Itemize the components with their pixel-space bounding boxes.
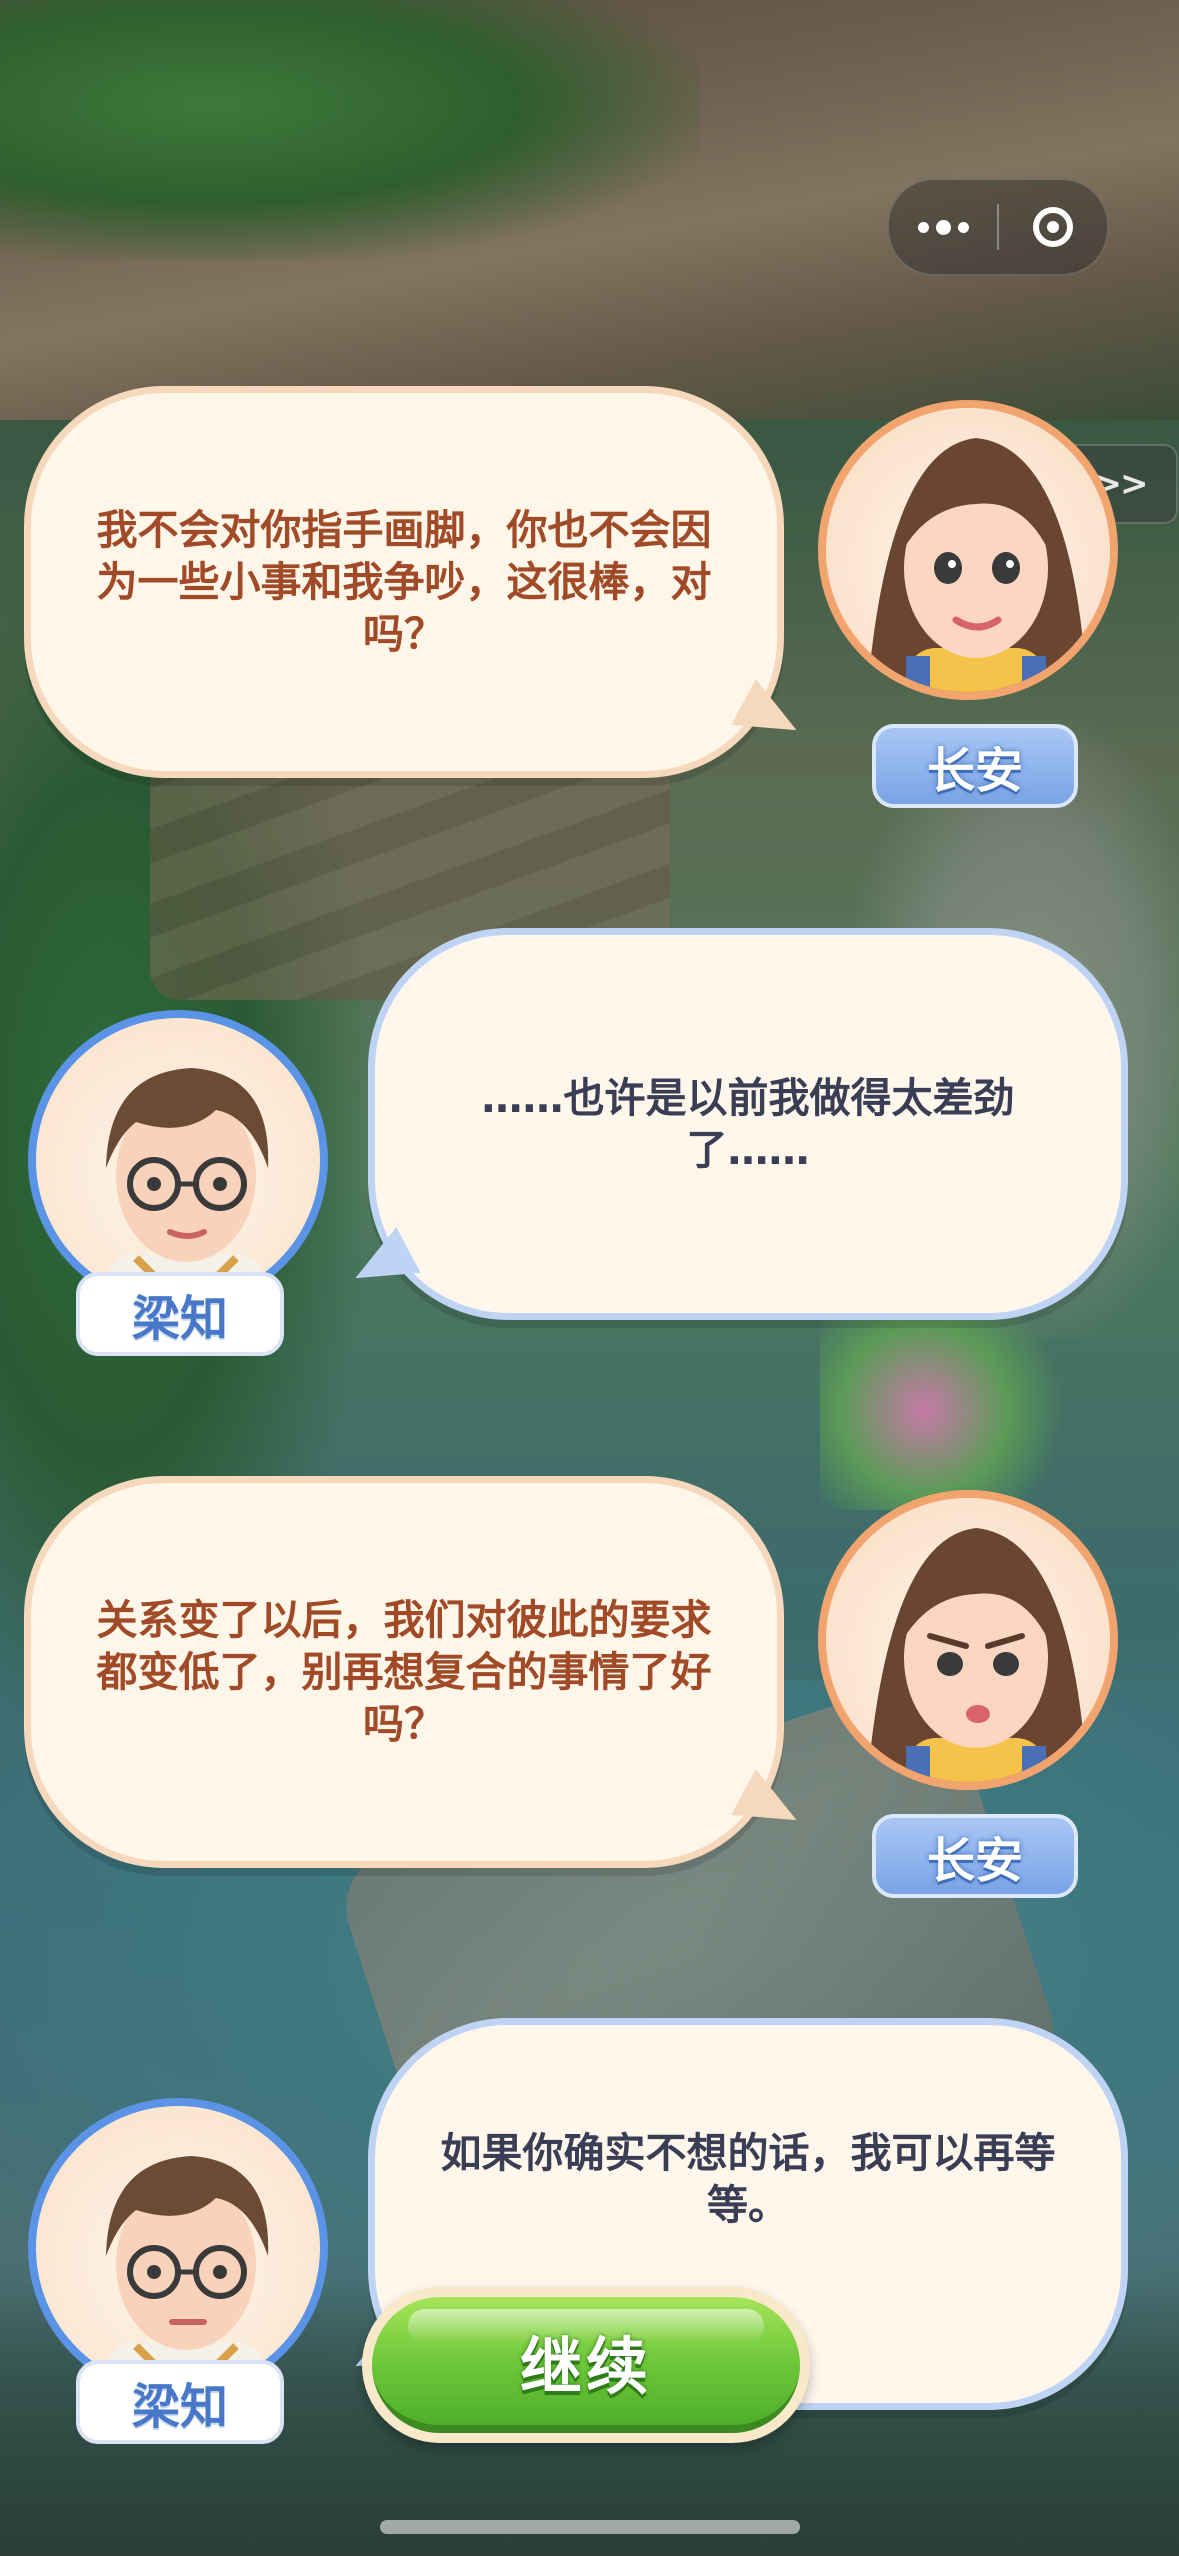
dialogue-bubble-1: 我不会对你指手画脚，你也不会因为一些小事和我争吵，这很棒，对吗？ (24, 386, 784, 778)
target-circle-icon (1033, 207, 1073, 247)
continue-button[interactable]: 继续 (362, 2287, 810, 2443)
avatar-liangzhi (28, 1010, 328, 1310)
dialogue-text-3: 关系变了以后，我们对彼此的要求都变低了，别再想复合的事情了好吗？ (96, 1596, 712, 1748)
dialogue-text-1: 我不会对你指手画脚，你也不会因为一些小事和我争吵，这很棒，对吗？ (96, 506, 712, 658)
nametag-changan: 长安 (872, 1814, 1078, 1898)
nametag-liangzhi: 梁知 (76, 1272, 284, 1356)
dialogue-text-2: ……也许是以前我做得太差劲了…… (481, 1074, 1015, 1174)
continue-label: 继续 (519, 2330, 652, 2403)
dialogue-bubble-3: 关系变了以后，我们对彼此的要求都变低了，别再想复合的事情了好吗？ (24, 1476, 784, 1868)
close-button[interactable] (999, 207, 1107, 247)
avatar-liangzhi (28, 2098, 328, 2398)
dialogue-bubble-2: ……也许是以前我做得太差劲了…… (368, 928, 1128, 1320)
nametag-changan: 长安 (872, 724, 1078, 808)
more-dots-icon[interactable] (889, 180, 997, 274)
avatar-changan (818, 400, 1118, 700)
dialogue-text-4: 如果你确实不想的话，我可以再等等。 (440, 2129, 1056, 2229)
home-indicator[interactable] (380, 2520, 800, 2534)
miniprogram-capsule (887, 178, 1109, 276)
nametag-liangzhi: 梁知 (76, 2360, 284, 2444)
avatar-changan-annoyed (818, 1490, 1118, 1790)
